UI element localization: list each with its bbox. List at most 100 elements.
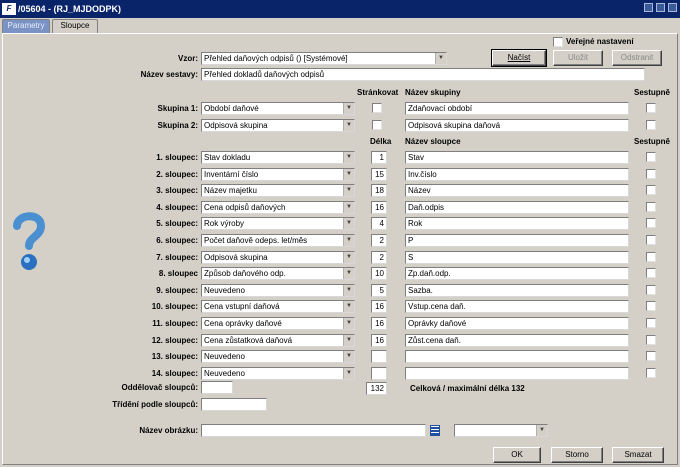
column-7-sestupne-checkbox[interactable] (646, 251, 656, 262)
minimize-button[interactable] (644, 3, 653, 12)
column-6-name-input[interactable]: P (405, 234, 629, 247)
column-6-length-input[interactable]: 2 (371, 234, 387, 247)
chevron-down-icon[interactable]: ▼ (343, 103, 354, 114)
group-1-strankovat-checkbox[interactable] (372, 103, 382, 113)
column-11-select[interactable]: Cena oprávky daňové ▼ (201, 317, 355, 330)
column-8-sestupne-checkbox[interactable] (646, 268, 656, 279)
chevron-down-icon[interactable]: ▼ (343, 168, 354, 180)
column-5-length-input[interactable]: 4 (371, 217, 387, 231)
column-6-sestupne-checkbox[interactable] (646, 235, 656, 245)
chevron-down-icon[interactable]: ▼ (343, 218, 354, 230)
chevron-down-icon[interactable]: ▼ (343, 284, 354, 296)
group-1-sestupne-checkbox[interactable] (646, 103, 656, 113)
group-2-sestupne-checkbox[interactable] (646, 120, 656, 130)
column-11-length-input[interactable]: 16 (371, 317, 387, 330)
column-1-select[interactable]: Stav dokladu ▼ (201, 151, 355, 164)
column-8-length-input[interactable]: 10 (371, 267, 387, 281)
column-9-select[interactable]: Neuvedeno ▼ (201, 283, 355, 297)
chevron-down-icon[interactable]: ▼ (343, 201, 354, 213)
column-8-name-input[interactable]: Zp.daň.odp. (405, 267, 629, 281)
chevron-down-icon[interactable]: ▼ (343, 152, 354, 163)
column-12-sestupne-checkbox[interactable] (646, 334, 656, 345)
group-2-name-input[interactable]: Odpisová skupina daňová (405, 119, 629, 132)
column-11-name-input[interactable]: Oprávky daňové (405, 317, 629, 330)
nazev-obrazku-input[interactable] (201, 424, 426, 437)
column-12-name-input[interactable]: Zůst.cena daň. (405, 333, 629, 347)
column-9-name-input[interactable]: Sazba. (405, 283, 629, 297)
chevron-down-icon[interactable]: ▼ (435, 53, 446, 64)
vzor-select[interactable]: Přehled daňových odpisů () [Systémové] ▼ (201, 52, 447, 65)
column-5-sestupne-checkbox[interactable] (646, 218, 656, 229)
column-5-select[interactable]: Rok výroby ▼ (201, 217, 355, 231)
column-3-name-input[interactable]: Název (405, 184, 629, 198)
column-12-length-input[interactable]: 16 (371, 333, 387, 347)
column-13-select[interactable]: Neuvedeno ▼ (201, 350, 355, 364)
column-2-select[interactable]: Inventární číslo ▼ (201, 167, 355, 181)
column-2-sestupne-checkbox[interactable] (646, 168, 656, 179)
odstranit-button[interactable]: Odstranit (612, 50, 662, 66)
chevron-down-icon[interactable]: ▼ (343, 301, 354, 313)
group-1-select[interactable]: Období daňové ▼ (201, 102, 355, 115)
list-icon[interactable] (430, 425, 440, 436)
close-button[interactable] (668, 3, 677, 12)
column-14-select[interactable]: Neuvedeno ▼ (201, 366, 355, 380)
column-14-name-input[interactable] (405, 366, 629, 380)
chevron-down-icon[interactable]: ▼ (343, 235, 354, 246)
column-12-select[interactable]: Cena zůstatková daňová ▼ (201, 333, 355, 347)
verejne-checkbox[interactable] (553, 37, 563, 47)
trideni-input[interactable] (201, 398, 267, 411)
chevron-down-icon[interactable]: ▼ (536, 425, 547, 436)
chevron-down-icon[interactable]: ▼ (343, 351, 354, 363)
column-4-length-input[interactable]: 16 (371, 200, 387, 214)
chevron-down-icon[interactable]: ▼ (343, 367, 354, 379)
column-1-length-input[interactable]: 1 (371, 151, 387, 164)
column-8-select[interactable]: Způsob daňového odp. ▼ (201, 267, 355, 281)
chevron-down-icon[interactable]: ▼ (343, 334, 354, 346)
column-1-name-input[interactable]: Stav (405, 151, 629, 164)
column-10-select[interactable]: Cena vstupní daňová ▼ (201, 300, 355, 314)
group-2-select[interactable]: Odpisová skupina ▼ (201, 119, 355, 132)
chevron-down-icon[interactable]: ▼ (343, 185, 354, 197)
group-1-name-input[interactable]: Zdaňovací období (405, 102, 629, 115)
column-5-name-input[interactable]: Rok (405, 217, 629, 231)
column-6-select[interactable]: Počet daňově odeps. let/měs ▼ (201, 234, 355, 247)
storno-button[interactable]: Storno (551, 447, 603, 463)
chevron-down-icon[interactable]: ▼ (343, 120, 354, 131)
ulozit-button[interactable]: Uložit (553, 50, 603, 66)
column-4-select[interactable]: Cena odpisů daňových ▼ (201, 200, 355, 214)
column-14-sestupne-checkbox[interactable] (646, 367, 656, 378)
column-9-length-input[interactable]: 5 (371, 283, 387, 297)
column-13-sestupne-checkbox[interactable] (646, 351, 656, 362)
column-9-sestupne-checkbox[interactable] (646, 284, 656, 295)
column-2-name-input[interactable]: Inv.číslo (405, 167, 629, 181)
chevron-down-icon[interactable]: ▼ (343, 268, 354, 280)
column-3-sestupne-checkbox[interactable] (646, 185, 656, 196)
nazev-sestavy-input[interactable]: Přehled dokladů daňových odpisů (201, 68, 645, 81)
column-14-length-input[interactable] (371, 366, 387, 380)
column-7-length-input[interactable]: 2 (371, 250, 387, 264)
column-2-length-input[interactable]: 15 (371, 167, 387, 181)
column-13-length-input[interactable] (371, 350, 387, 364)
column-7-name-input[interactable]: S (405, 250, 629, 264)
maximize-button[interactable] (656, 3, 665, 12)
tab-parametry[interactable]: Parametry (2, 19, 50, 33)
oddelovac-input[interactable] (201, 381, 233, 394)
column-3-select[interactable]: Název majetku ▼ (201, 184, 355, 198)
column-4-sestupne-checkbox[interactable] (646, 201, 656, 212)
column-10-length-input[interactable]: 16 (371, 300, 387, 314)
column-1-sestupne-checkbox[interactable] (646, 152, 656, 162)
group-2-strankovat-checkbox[interactable] (372, 120, 382, 130)
column-10-sestupne-checkbox[interactable] (646, 301, 656, 312)
nacist-button[interactable]: Načíst (491, 49, 547, 67)
tab-sloupce[interactable]: Sloupce (52, 19, 98, 33)
chevron-down-icon[interactable]: ▼ (343, 318, 354, 329)
ok-button[interactable]: OK (493, 447, 541, 463)
chevron-down-icon[interactable]: ▼ (343, 251, 354, 263)
column-13-name-input[interactable] (405, 350, 629, 364)
column-4-name-input[interactable]: Daň.odpis (405, 200, 629, 214)
smazat-button[interactable]: Smazat (612, 447, 664, 463)
column-10-name-input[interactable]: Vstup.cena daň. (405, 300, 629, 314)
column-3-length-input[interactable]: 18 (371, 184, 387, 198)
column-7-select[interactable]: Odpisová skupina ▼ (201, 250, 355, 264)
column-11-sestupne-checkbox[interactable] (646, 318, 656, 328)
